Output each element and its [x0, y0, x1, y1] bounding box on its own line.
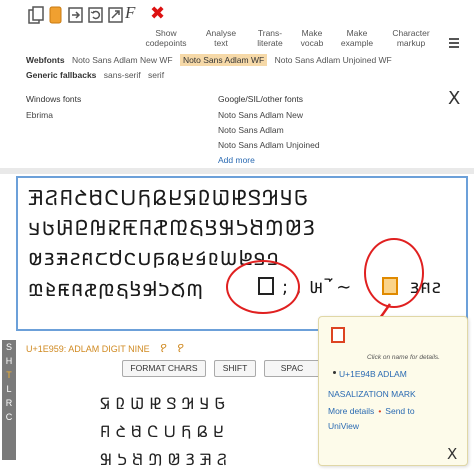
- menu-show-codepoints[interactable]: Show codepoints: [140, 28, 192, 48]
- side-tab-r[interactable]: R: [2, 396, 16, 410]
- clear-icon[interactable]: ✖: [150, 4, 165, 24]
- webfonts-label: Webfonts: [26, 55, 65, 65]
- menu-label: markup: [396, 38, 426, 48]
- side-tabs: S H T L R C: [2, 340, 16, 460]
- font-option[interactable]: Noto Sans Adlam New: [218, 110, 303, 120]
- menu-character-markup[interactable]: Character markup: [384, 28, 438, 48]
- menu-label: text: [214, 38, 228, 48]
- swap-icon[interactable]: [68, 6, 84, 24]
- separator-band: [0, 168, 474, 174]
- hamburger-menu-icon[interactable]: [449, 38, 459, 50]
- format-chars-button[interactable]: FORMAT CHARS: [122, 360, 206, 377]
- copy-icon[interactable]: [28, 6, 44, 24]
- popup-codepoint-link[interactable]: U+1E94B ADLAM: [339, 369, 407, 379]
- menu-label: Character: [392, 28, 430, 38]
- text-line: 𞤀𞤁𞤂𞤃𞤄𞤅𞤆𞤇𞤈𞤉𞤊𞤋𞤌𞤍𞤎𞤏𞤐𞤑: [28, 186, 309, 210]
- side-tab-t[interactable]: T: [2, 368, 16, 382]
- text-line: 𞤒𞤓𞤔𞤕𞤖𞤗𞤘𞤙𞤚𞤛𞤜𞤝𞤞𞤟𞤠𞤡𞤢𞤣: [28, 216, 316, 240]
- bullet-dot: [333, 371, 336, 374]
- font-option[interactable]: Ebrima: [26, 110, 53, 120]
- font-italic-icon[interactable]: F: [125, 3, 135, 23]
- menu-label: literate: [257, 38, 283, 48]
- keyboard-row[interactable]: 𞤐 𞤑 𞤒 𞤓 𞤔 𞤕 𞤖 𞤗: [100, 448, 227, 470]
- uniview-link[interactable]: UniView: [328, 421, 359, 431]
- char-glyph: 𞥙: [177, 343, 184, 355]
- keyboard-row[interactable]: 𞤀 𞤁 𞤂 𞤃 𞤄 𞤅 𞤆 𞤇: [100, 392, 225, 414]
- webfonts-row: Webfonts Noto Sans Adlam New WF Noto San…: [26, 54, 392, 66]
- close-popup-icon[interactable]: X: [447, 445, 457, 463]
- webfont-option-selected[interactable]: Noto Sans Adlam WF: [179, 54, 268, 66]
- webfont-option[interactable]: Noto Sans Adlam New WF: [72, 55, 173, 65]
- char-info-bar: U+1E959: ADLAM DIGIT NINE 𞥙 𞥙: [26, 341, 184, 356]
- windows-fonts-heading: Windows fonts: [26, 94, 82, 104]
- generic-fallbacks-label: Generic fallbacks: [26, 70, 97, 80]
- main-text-area[interactable]: 𞤀𞤁𞤂𞤃𞤄𞤅𞤆𞤇𞤈𞤉𞤊𞤋𞤌𞤍𞤎𞤏𞤐𞤑 𞤒𞤓𞤔𞤕𞤖𞤗𞤘𞤙𞤚𞤛𞤜𞤝𞤞𞤟𞤠𞤡𞤢𞤣 𞤤𞤥…: [16, 176, 468, 331]
- text-line: 𞤶𞤷𞤸𞤹𞤺𞤻𞤼𞤽𞤾𞤿𞥀𞥁: [28, 277, 205, 301]
- close-fonts-panel-icon[interactable]: X: [448, 88, 460, 109]
- menu-label: example: [340, 38, 374, 48]
- link-separator: •: [378, 406, 382, 416]
- font-option[interactable]: Noto Sans Adlam: [218, 125, 284, 135]
- swap-right-icon[interactable]: [108, 6, 124, 24]
- webfont-option[interactable]: Noto Sans Adlam Unjoined WF: [275, 55, 392, 65]
- popup-glyph-box: [331, 327, 345, 343]
- refresh-icon[interactable]: [88, 6, 104, 24]
- fonts-panel: Windows fonts Ebrima Google/SIL/other fo…: [20, 86, 470, 166]
- char-info-label: U+1E959: ADLAM DIGIT NINE: [26, 344, 150, 354]
- side-tab-c[interactable]: C: [2, 410, 16, 424]
- send-to-link[interactable]: Send to: [385, 406, 414, 416]
- keyboard-row[interactable]: 𞤈 𞤉 𞤊 𞤋 𞤌 𞤍 𞤎 𞤏: [100, 420, 224, 442]
- generic-option[interactable]: serif: [148, 70, 164, 80]
- menu-label: Trans-: [257, 28, 283, 38]
- popup-char-name-link[interactable]: NASALIZATION MARK: [328, 389, 416, 399]
- char-glyph: 𞥙: [160, 343, 167, 355]
- side-tab-s[interactable]: S: [2, 340, 16, 354]
- highlight-circle: [364, 238, 424, 308]
- menu-label: vocab: [300, 38, 324, 48]
- character-popup: Click on name for details. U+1E94B ADLAM…: [318, 316, 468, 466]
- menu-label: Make: [346, 28, 368, 38]
- menu-make-example[interactable]: Make example: [336, 28, 378, 48]
- menu-transliterate[interactable]: Trans- literate: [250, 28, 290, 48]
- font-option[interactable]: Noto Sans Adlam Unjoined: [218, 140, 320, 150]
- toolbar: F ✖ Show codepoints Analyse text Trans- …: [0, 0, 474, 52]
- google-fonts-heading: Google/SIL/other fonts: [218, 94, 304, 104]
- menu-label: Show: [155, 28, 177, 38]
- shift-button[interactable]: SHIFT: [214, 360, 256, 377]
- generic-option[interactable]: sans-serif: [104, 70, 141, 80]
- menu-label: Make: [301, 28, 323, 38]
- generic-fallbacks-row: Generic fallbacks sans-serif serif: [26, 70, 164, 81]
- highlight-circle: [226, 260, 300, 314]
- menu-label: Analyse: [205, 28, 237, 38]
- menu-label: codepoints: [145, 38, 187, 48]
- popup-hint: Click on name for details.: [367, 354, 440, 361]
- menu-make-vocab[interactable]: Make vocab: [294, 28, 330, 48]
- orange-box-icon[interactable]: [48, 6, 64, 24]
- menu-analyse-text[interactable]: Analyse text: [200, 28, 242, 48]
- add-more-link[interactable]: Add more: [218, 155, 255, 165]
- side-tab-l[interactable]: L: [2, 382, 16, 396]
- side-tab-h[interactable]: H: [2, 354, 16, 368]
- space-button[interactable]: SPAC: [264, 360, 320, 377]
- more-details-link[interactable]: More details: [328, 406, 374, 416]
- popup-links: More details • Send to: [328, 406, 415, 416]
